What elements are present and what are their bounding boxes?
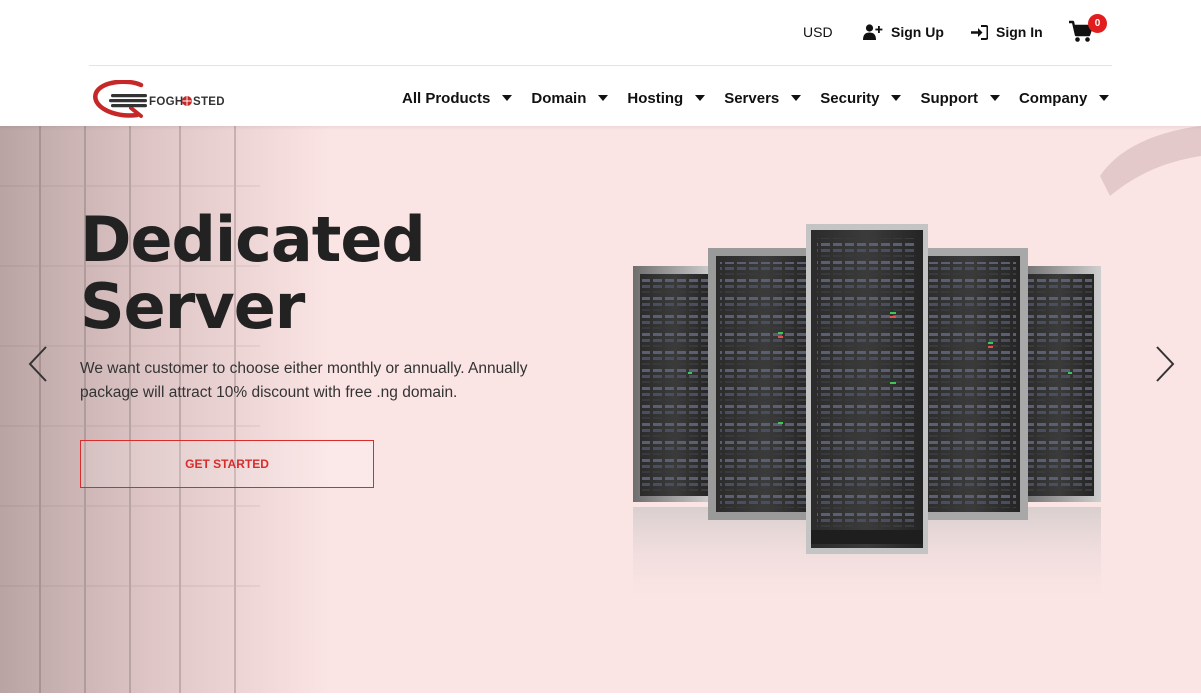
nav-label: Company (1018, 89, 1088, 107)
hero-description: We want customer to choose either monthl… (80, 360, 528, 401)
hero-title-line-1: Dedicated (80, 203, 426, 276)
caret-down-icon (989, 95, 1000, 101)
svg-text:STED: STED (193, 96, 225, 108)
caret-down-icon (891, 95, 902, 101)
nav-company[interactable]: Company (1018, 89, 1110, 107)
sign-in-label: Sign In (996, 24, 1043, 40)
caret-down-icon (598, 95, 609, 101)
user-plus-icon (863, 24, 883, 40)
nav-label: Servers (724, 89, 780, 107)
sign-in-link[interactable]: Sign In (971, 22, 1043, 42)
nav-security[interactable]: Security (820, 89, 902, 107)
hero-slider: Dedicated Server We want customer to cho… (0, 126, 1201, 693)
caret-down-icon (791, 95, 802, 101)
cart-count-badge: 0 (1088, 14, 1107, 33)
sign-in-icon (971, 24, 988, 40)
hero-title-line-2: Server (80, 270, 305, 343)
nav-label: Security (820, 89, 880, 107)
nav-all-products[interactable]: All Products (402, 89, 513, 107)
primary-nav: All Products Domain Hosting Servers Secu… (402, 88, 1128, 108)
top-bar: USD Sign Up Sign In 0 (0, 0, 1201, 65)
chevron-left-icon[interactable] (26, 344, 50, 384)
svg-text:FOGH: FOGH (149, 96, 183, 108)
nav-label: Support (920, 89, 978, 107)
nav-support[interactable]: Support (920, 90, 1000, 107)
foghosted-logo[interactable]: FOGH STED (93, 80, 253, 120)
server-racks-image (633, 224, 1101, 612)
background-hand-decoration (1100, 126, 1201, 196)
caret-down-icon (695, 95, 706, 101)
nav-hosting[interactable]: Hosting (627, 89, 706, 107)
caret-down-icon (1099, 95, 1110, 101)
get-started-button[interactable]: GET STARTED (80, 440, 374, 488)
nav-label: Domain (531, 89, 587, 107)
chevron-right-icon[interactable] (1153, 344, 1177, 384)
nav-label: All Products (402, 89, 491, 107)
sign-up-link[interactable]: Sign Up (863, 22, 944, 42)
hero-title: Dedicated Server (80, 203, 426, 343)
main-navbar: FOGH STED All Products Domain Hosting Se… (0, 66, 1201, 126)
currency-selector[interactable]: USD (803, 22, 833, 42)
sign-up-label: Sign Up (891, 24, 944, 40)
nav-domain[interactable]: Domain (531, 89, 609, 107)
caret-down-icon (502, 95, 513, 101)
nav-label: Hosting (627, 89, 684, 107)
nav-servers[interactable]: Servers (724, 89, 802, 107)
